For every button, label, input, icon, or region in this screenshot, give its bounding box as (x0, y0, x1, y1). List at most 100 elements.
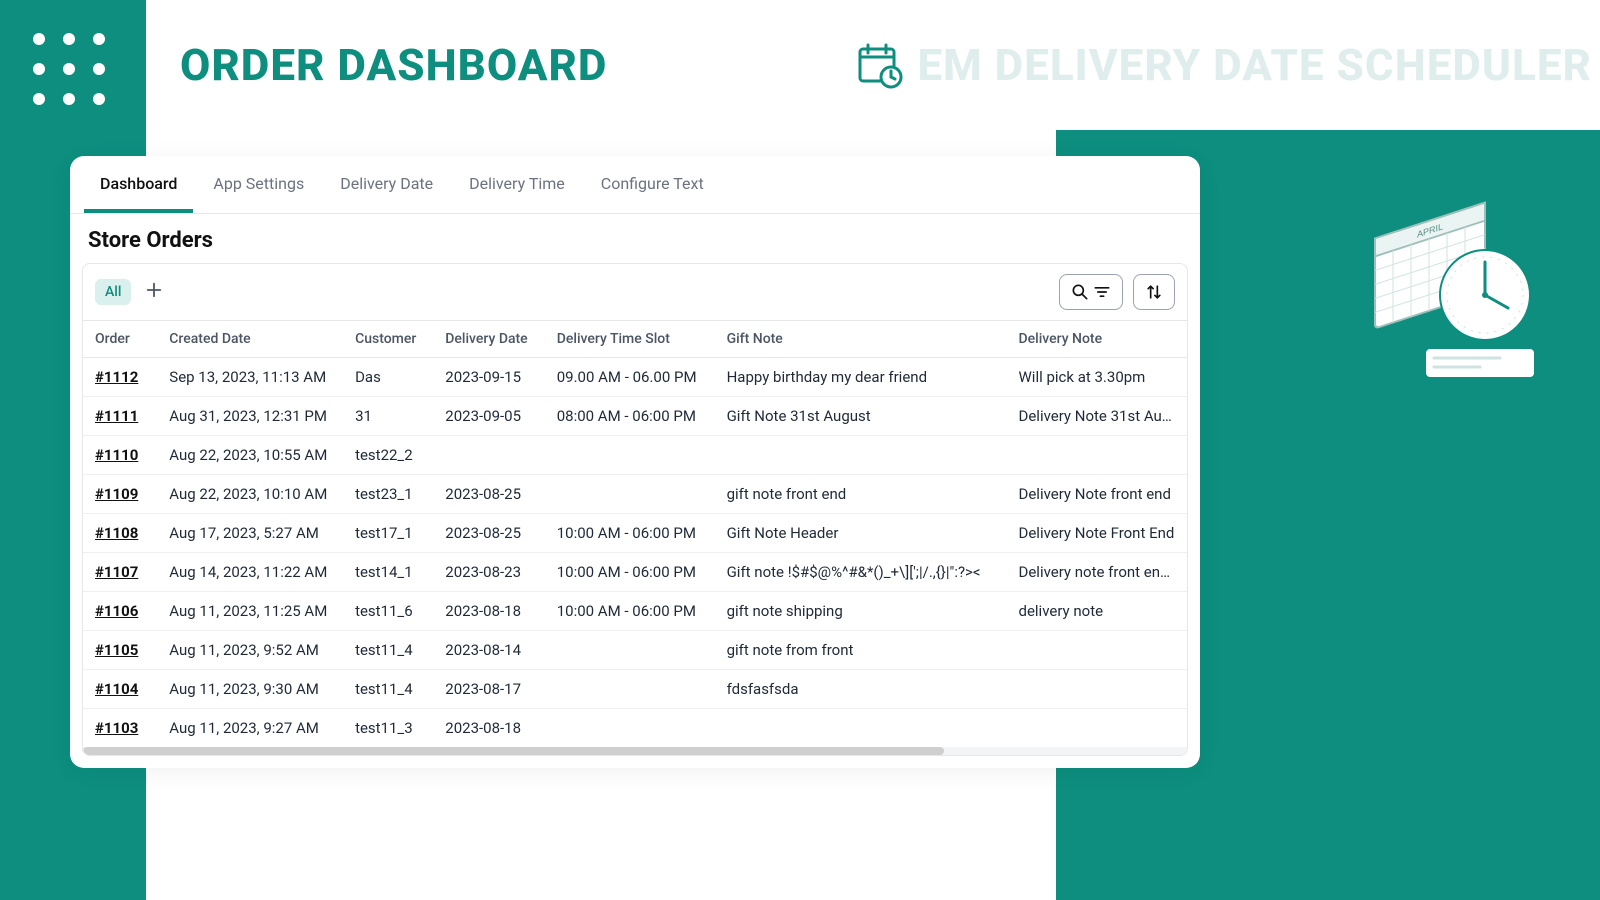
cell-slot: 10:00 AM - 06:00 PM (545, 553, 715, 592)
cell-created: Aug 22, 2023, 10:55 AM (157, 436, 343, 475)
order-link[interactable]: #1108 (95, 524, 138, 542)
cell-slot (545, 709, 715, 748)
dot-grid-bottom-right (1486, 750, 1576, 840)
search-filter-button[interactable] (1059, 274, 1123, 310)
orders-table-wrap: All Order C (82, 263, 1188, 756)
cell-slot: 08:00 AM - 06:00 PM (545, 397, 715, 436)
cell-created: Aug 22, 2023, 10:10 AM (157, 475, 343, 514)
order-link[interactable]: #1109 (95, 485, 138, 503)
cell-delivery-date: 2023-08-18 (433, 709, 544, 748)
cell-delivery-note (1007, 631, 1188, 670)
cell-gift-note: Gift Note Header (715, 514, 1007, 553)
search-icon (1070, 282, 1090, 302)
cell-delivery-note: delivery note (1007, 592, 1188, 631)
col-header-delivery-date[interactable]: Delivery Date (433, 321, 544, 358)
col-header-created[interactable]: Created Date (157, 321, 343, 358)
cell-created: Aug 11, 2023, 11:25 AM (157, 592, 343, 631)
cell-created: Aug 11, 2023, 9:27 AM (157, 709, 343, 748)
cell-slot (545, 475, 715, 514)
cell-slot (545, 436, 715, 475)
table-row: #1103 Aug 11, 2023, 9:27 AMtest11_32023-0… (83, 709, 1187, 748)
tab-dashboard[interactable]: Dashboard (84, 156, 193, 213)
cell-gift-note: gift note front end (715, 475, 1007, 514)
col-header-delivery-note[interactable]: Delivery Note (1007, 321, 1188, 358)
cell-customer: 31 (343, 397, 433, 436)
col-header-slot[interactable]: Delivery Time Slot (545, 321, 715, 358)
cell-gift-note (715, 709, 1007, 748)
page-header: ORDER DASHBOARD EM DELIVERY DATE SCHEDUL… (146, 0, 1600, 130)
order-link[interactable]: #1110 (95, 446, 138, 464)
cell-customer: test23_1 (343, 475, 433, 514)
order-link[interactable]: #1103 (95, 719, 138, 737)
cell-gift-note: fdsfasfsda (715, 670, 1007, 709)
tabs: Dashboard App Settings Delivery Date Del… (70, 156, 1200, 214)
table-row: #1111 Aug 31, 2023, 12:31 PM312023-09-050… (83, 397, 1187, 436)
table-row: #1112 Sep 13, 2023, 11:13 AMDas2023-09-15… (83, 358, 1187, 397)
cell-customer: test17_1 (343, 514, 433, 553)
table-row: #1109 Aug 22, 2023, 10:10 AMtest23_12023-… (83, 475, 1187, 514)
col-header-customer[interactable]: Customer (343, 321, 433, 358)
cell-customer: test14_1 (343, 553, 433, 592)
calendar-clock-icon (855, 41, 903, 89)
order-link[interactable]: #1106 (95, 602, 138, 620)
horizontal-scrollbar[interactable] (83, 747, 1187, 755)
cell-gift-note: Gift Note 31st August (715, 397, 1007, 436)
cell-slot: 10:00 AM - 06:00 PM (545, 514, 715, 553)
tab-app-settings[interactable]: App Settings (197, 156, 320, 213)
page-title: ORDER DASHBOARD (180, 39, 607, 91)
cell-slot: 10:00 AM - 06:00 PM (545, 592, 715, 631)
col-header-order[interactable]: Order (83, 321, 157, 358)
order-link[interactable]: #1111 (95, 407, 138, 425)
plus-icon (145, 281, 163, 299)
cell-customer: test11_3 (343, 709, 433, 748)
cell-delivery-date: 2023-09-15 (433, 358, 544, 397)
cell-gift-note (715, 436, 1007, 475)
cell-delivery-date: 2023-08-25 (433, 514, 544, 553)
cell-created: Sep 13, 2023, 11:13 AM (157, 358, 343, 397)
tab-delivery-time[interactable]: Delivery Time (453, 156, 581, 213)
cell-delivery-date: 2023-08-14 (433, 631, 544, 670)
cell-customer: test11_4 (343, 631, 433, 670)
cell-slot: 09.00 AM - 06.00 PM (545, 358, 715, 397)
cell-slot (545, 670, 715, 709)
cell-gift-note: gift note shipping (715, 592, 1007, 631)
table-toolbar: All (83, 264, 1187, 321)
section-title: Store Orders (70, 214, 1200, 263)
brand-block: EM DELIVERY DATE SCHEDULER (855, 39, 1600, 91)
cell-gift-note: Gift note !$#$@%^#&*()_+\][';|/.,{}|":?>… (715, 553, 1007, 592)
cell-delivery-date: 2023-08-23 (433, 553, 544, 592)
cell-customer: test11_6 (343, 592, 433, 631)
cell-delivery-date: 2023-09-05 (433, 397, 544, 436)
table-row: #1107 Aug 14, 2023, 11:22 AMtest14_12023-… (83, 553, 1187, 592)
order-link[interactable]: #1107 (95, 563, 138, 581)
order-link[interactable]: #1104 (95, 680, 138, 698)
cell-slot (545, 631, 715, 670)
cell-created: Aug 14, 2023, 11:22 AM (157, 553, 343, 592)
cell-gift-note: gift note from front (715, 631, 1007, 670)
order-link[interactable]: #1105 (95, 641, 138, 659)
dot-grid-top-left (24, 24, 114, 114)
order-link[interactable]: #1112 (95, 368, 138, 386)
cell-customer: test22_2 (343, 436, 433, 475)
calendar-clock-illustration: APRIL (1370, 200, 1540, 390)
cell-delivery-note: Will pick at 3.30pm (1007, 358, 1188, 397)
cell-created: Aug 11, 2023, 9:52 AM (157, 631, 343, 670)
table-row: #1108Aug 17, 2023, 5:27 AMtest17_12023-0… (83, 514, 1187, 553)
cell-customer: Das (343, 358, 433, 397)
cell-delivery-note: Delivery Note Front End (1007, 514, 1188, 553)
horizontal-scrollbar-thumb[interactable] (83, 747, 944, 755)
col-header-gift-note[interactable]: Gift Note (715, 321, 1007, 358)
filter-chip-all[interactable]: All (95, 279, 131, 305)
tab-delivery-date[interactable]: Delivery Date (324, 156, 449, 213)
cell-gift-note: Happy birthday my dear friend (715, 358, 1007, 397)
add-filter-button[interactable] (145, 281, 163, 304)
sort-button[interactable] (1133, 274, 1175, 310)
cell-delivery-note (1007, 670, 1188, 709)
cell-delivery-date: 2023-08-25 (433, 475, 544, 514)
cell-created: Aug 31, 2023, 12:31 PM (157, 397, 343, 436)
cell-delivery-note: Delivery note front end !@ (1007, 553, 1188, 592)
orders-card: Dashboard App Settings Delivery Date Del… (70, 156, 1200, 768)
tab-configure-text[interactable]: Configure Text (585, 156, 720, 213)
cell-created: Aug 11, 2023, 9:30 AM (157, 670, 343, 709)
cell-customer: test11_4 (343, 670, 433, 709)
